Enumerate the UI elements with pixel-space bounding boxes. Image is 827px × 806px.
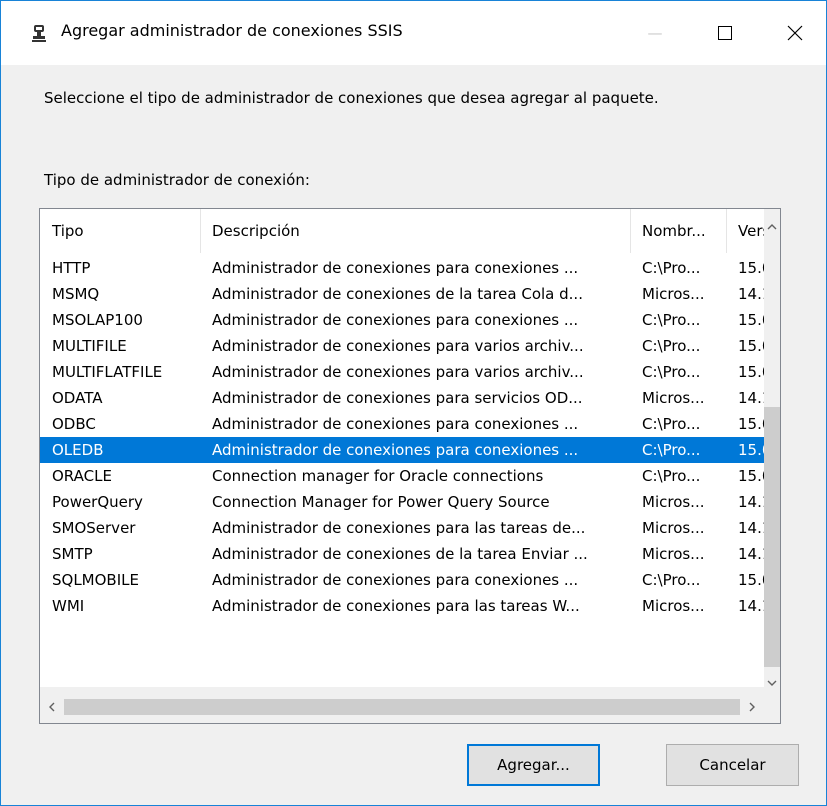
chevron-right-icon[interactable] <box>744 699 760 715</box>
list-item[interactable]: PowerQuery Connection Manager for Power Q… <box>40 489 776 515</box>
cell-tipo: MULTIFILE <box>52 337 127 355</box>
dialog-window: Agregar administrador de conexiones SSIS… <box>0 0 827 806</box>
cell-nombre: Micros... <box>642 519 705 537</box>
cell-tipo: SMTP <box>52 545 93 563</box>
cell-nombre: C:\Pro... <box>642 363 701 381</box>
cell-descripcion: Connection Manager for Power Query Sourc… <box>212 493 550 511</box>
list-item[interactable]: MSMQ Administrador de conexiones de la ta… <box>40 281 776 307</box>
cell-descripcion: Connection manager for Oracle connection… <box>212 467 544 485</box>
list-item[interactable]: OLEDB Administrador de conexiones para co… <box>40 437 776 463</box>
list-item[interactable]: SMOServer Administrador de conexiones par… <box>40 515 776 541</box>
horizontal-scroll-thumb[interactable] <box>64 699 740 715</box>
list-header: Tipo Descripción Nombr... Versic <box>40 209 776 253</box>
column-header-tipo[interactable]: Tipo <box>40 209 200 253</box>
cell-tipo: SMOServer <box>52 519 136 537</box>
list-item[interactable]: WMI Administrador de conexiones para las … <box>40 593 776 619</box>
cell-descripcion: Administrador de conexiones de la tarea … <box>212 545 588 563</box>
cell-descripcion: Administrador de conexiones para varios … <box>212 337 584 355</box>
cell-tipo: ODATA <box>52 389 103 407</box>
cell-descripcion: Administrador de conexiones para varios … <box>212 363 584 381</box>
list-item[interactable]: ORACLE Connection manager for Oracle conn… <box>40 463 776 489</box>
list-item[interactable]: SQLMOBILE Administrador de conexiones par… <box>40 567 776 593</box>
cell-tipo: MSOLAP100 <box>52 311 143 329</box>
cell-nombre: Micros... <box>642 285 705 303</box>
cell-descripcion: Administrador de conexiones para conexio… <box>212 259 579 277</box>
cell-descripcion: Administrador de conexiones para servici… <box>212 389 583 407</box>
list-item[interactable]: ODBC Administrador de conexiones para con… <box>40 411 776 437</box>
close-button[interactable] <box>761 1 827 65</box>
cell-tipo: PowerQuery <box>52 493 143 511</box>
maximize-button[interactable] <box>691 1 759 65</box>
cell-tipo: MSMQ <box>52 285 100 303</box>
list-item[interactable]: SMTP Administrador de conexiones de la ta… <box>40 541 776 567</box>
vertical-scroll-thumb[interactable] <box>764 407 780 667</box>
cell-nombre: Micros... <box>642 545 705 563</box>
cell-nombre: C:\Pro... <box>642 467 701 485</box>
chevron-left-icon[interactable] <box>44 699 60 715</box>
add-button[interactable]: Agregar... <box>467 744 600 786</box>
minimize-icon: — <box>647 24 663 42</box>
minimize-button[interactable]: — <box>621 1 689 65</box>
cell-tipo: ORACLE <box>52 467 112 485</box>
ssis-connector-icon <box>32 25 46 42</box>
instruction-text: Seleccione el tipo de administrador de c… <box>44 89 659 107</box>
chevron-up-icon[interactable] <box>764 219 780 235</box>
cell-nombre: C:\Pro... <box>642 571 701 589</box>
list-label: Tipo de administrador de conexión: <box>44 171 310 189</box>
list-item[interactable]: MULTIFLATFILE Administrador de conexiones… <box>40 359 776 385</box>
cell-nombre: Micros... <box>642 597 705 615</box>
cell-tipo: SQLMOBILE <box>52 571 139 589</box>
cell-nombre: C:\Pro... <box>642 311 701 329</box>
cell-tipo: HTTP <box>52 259 91 277</box>
cell-nombre: C:\Pro... <box>642 415 701 433</box>
close-icon <box>787 25 803 41</box>
cell-nombre: Micros... <box>642 493 705 511</box>
cell-nombre: C:\Pro... <box>642 441 701 459</box>
column-header-nombre[interactable]: Nombr... <box>630 209 726 253</box>
maximize-icon <box>718 26 732 40</box>
list-item[interactable]: MULTIFILE Administrador de conexiones par… <box>40 333 776 359</box>
cell-descripcion: Administrador de conexiones para las tar… <box>212 597 580 615</box>
cancel-button[interactable]: Cancelar <box>666 744 799 786</box>
scrollbar-corner <box>764 687 780 723</box>
cell-descripcion: Administrador de conexiones para las tar… <box>212 519 586 537</box>
cell-nombre: Micros... <box>642 389 705 407</box>
cell-tipo: WMI <box>52 597 85 615</box>
window-title: Agregar administrador de conexiones SSIS <box>61 21 403 40</box>
column-header-descripcion[interactable]: Descripción <box>200 209 630 253</box>
cell-nombre: C:\Pro... <box>642 259 701 277</box>
list-item[interactable]: MSOLAP100 Administrador de conexiones par… <box>40 307 776 333</box>
title-bar[interactable]: Agregar administrador de conexiones SSIS… <box>1 1 826 65</box>
cell-descripcion: Administrador de conexiones para conexio… <box>212 311 579 329</box>
connection-type-list[interactable]: Tipo Descripción Nombr... Versic HTTP Adm… <box>39 208 781 724</box>
list-item[interactable]: ODATA Administrador de conexiones para se… <box>40 385 776 411</box>
list-item[interactable]: HTTP Administrador de conexiones para con… <box>40 255 776 281</box>
cell-descripcion: Administrador de conexiones de la tarea … <box>212 285 583 303</box>
cell-tipo: ODBC <box>52 415 96 433</box>
cell-descripcion: Administrador de conexiones para conexio… <box>212 441 579 459</box>
cell-descripcion: Administrador de conexiones para conexio… <box>212 571 579 589</box>
cell-nombre: C:\Pro... <box>642 337 701 355</box>
cell-tipo: OLEDB <box>52 441 104 459</box>
cell-descripcion: Administrador de conexiones para conexio… <box>212 415 579 433</box>
cell-tipo: MULTIFLATFILE <box>52 363 163 381</box>
